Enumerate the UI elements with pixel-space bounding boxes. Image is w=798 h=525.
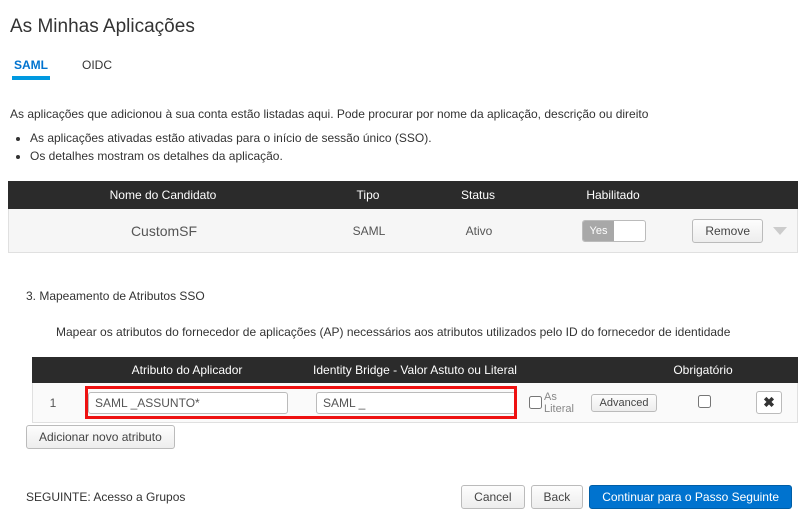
section3-desc: Mapear os atributos do fornecedor de apl… xyxy=(56,325,798,339)
app-table-row: CustomSF SAML Ativo Yes Remove xyxy=(8,209,798,253)
footer: SEGUINTE: Acesso a Grupos Cancel Back Co… xyxy=(26,485,798,509)
applications-table: Nome do Candidato Tipo Status Habilitado… xyxy=(8,181,798,253)
attr-idbridge-cell xyxy=(303,392,529,414)
col-header-status: Status xyxy=(418,188,538,202)
tabs: SAML OIDC xyxy=(8,52,798,81)
attr-applicator-cell xyxy=(73,392,303,414)
app-type: SAML xyxy=(319,224,419,238)
page-root: As Minhas Aplicações SAML OIDC As aplica… xyxy=(0,0,798,519)
attr-table-row: 1 As Literal Advanced ✖ xyxy=(32,383,798,423)
attr-advanced-cell: Advanced xyxy=(589,394,659,412)
as-literal-label: As Literal xyxy=(544,391,589,415)
toggle-on-label: Yes xyxy=(583,221,614,241)
back-button[interactable]: Back xyxy=(531,485,584,509)
delete-row-icon[interactable]: ✖ xyxy=(756,391,782,414)
footer-next-label: SEGUINTE: Acesso a Grupos xyxy=(26,490,461,504)
section-sso-mapping: 3. Mapeamento de Atributos SSO Mapear os… xyxy=(26,289,798,509)
toggle-off-side xyxy=(614,221,645,241)
page-title: As Minhas Aplicações xyxy=(10,16,798,38)
tab-oidc[interactable]: OIDC xyxy=(80,52,114,80)
remove-button[interactable]: Remove xyxy=(692,219,763,243)
tab-saml[interactable]: SAML xyxy=(12,52,50,80)
intro-bullet-2: Os detalhes mostram os detalhes da aplic… xyxy=(30,149,798,163)
intro-bullet-1: As aplicações ativadas estão ativadas pa… xyxy=(30,131,798,145)
attr-idbridge-input[interactable] xyxy=(316,392,516,414)
footer-buttons: Cancel Back Continuar para o Passo Segui… xyxy=(461,485,792,509)
enabled-toggle[interactable]: Yes xyxy=(582,220,646,242)
continue-button[interactable]: Continuar para o Passo Seguinte xyxy=(589,485,792,509)
attr-col-applicator: Atributo do Aplicador xyxy=(72,363,302,377)
col-header-type: Tipo xyxy=(318,188,418,202)
app-actions: Remove xyxy=(689,219,797,243)
attr-delete-cell: ✖ xyxy=(749,391,789,414)
as-literal-checkbox[interactable] xyxy=(529,396,542,409)
advanced-button[interactable]: Advanced xyxy=(591,394,658,412)
intro-lead: As aplicações que adicionou à sua conta … xyxy=(10,107,798,121)
attr-col-required: Obrigatório xyxy=(658,363,748,377)
col-header-enabled: Habilitado xyxy=(538,188,688,202)
attr-table-header: Atributo do Aplicador Identity Bridge - … xyxy=(32,357,798,383)
attr-required-cell xyxy=(659,395,749,411)
section3-title: 3. Mapeamento de Atributos SSO xyxy=(26,289,798,303)
app-status: Ativo xyxy=(419,224,539,238)
add-attribute-button[interactable]: Adicionar novo atributo xyxy=(26,425,175,449)
cancel-button[interactable]: Cancel xyxy=(461,485,524,509)
attr-row-index: 1 xyxy=(33,396,73,410)
add-attribute-wrap: Adicionar novo atributo xyxy=(26,425,798,449)
app-table-header: Nome do Candidato Tipo Status Habilitado xyxy=(8,181,798,209)
intro-bullets: As aplicações ativadas estão ativadas pa… xyxy=(30,131,798,163)
col-header-name: Nome do Candidato xyxy=(8,188,318,202)
app-enabled-cell: Yes xyxy=(539,220,689,242)
app-name: CustomSF xyxy=(9,223,319,239)
attr-applicator-input[interactable] xyxy=(88,392,288,414)
expand-caret-icon[interactable] xyxy=(773,227,787,235)
attr-literal-cell: As Literal xyxy=(529,391,589,415)
attr-col-idbridge: Identity Bridge - Valor Astuto ou Litera… xyxy=(302,363,528,377)
attribute-table: Atributo do Aplicador Identity Bridge - … xyxy=(32,357,798,423)
required-checkbox[interactable] xyxy=(698,395,711,408)
